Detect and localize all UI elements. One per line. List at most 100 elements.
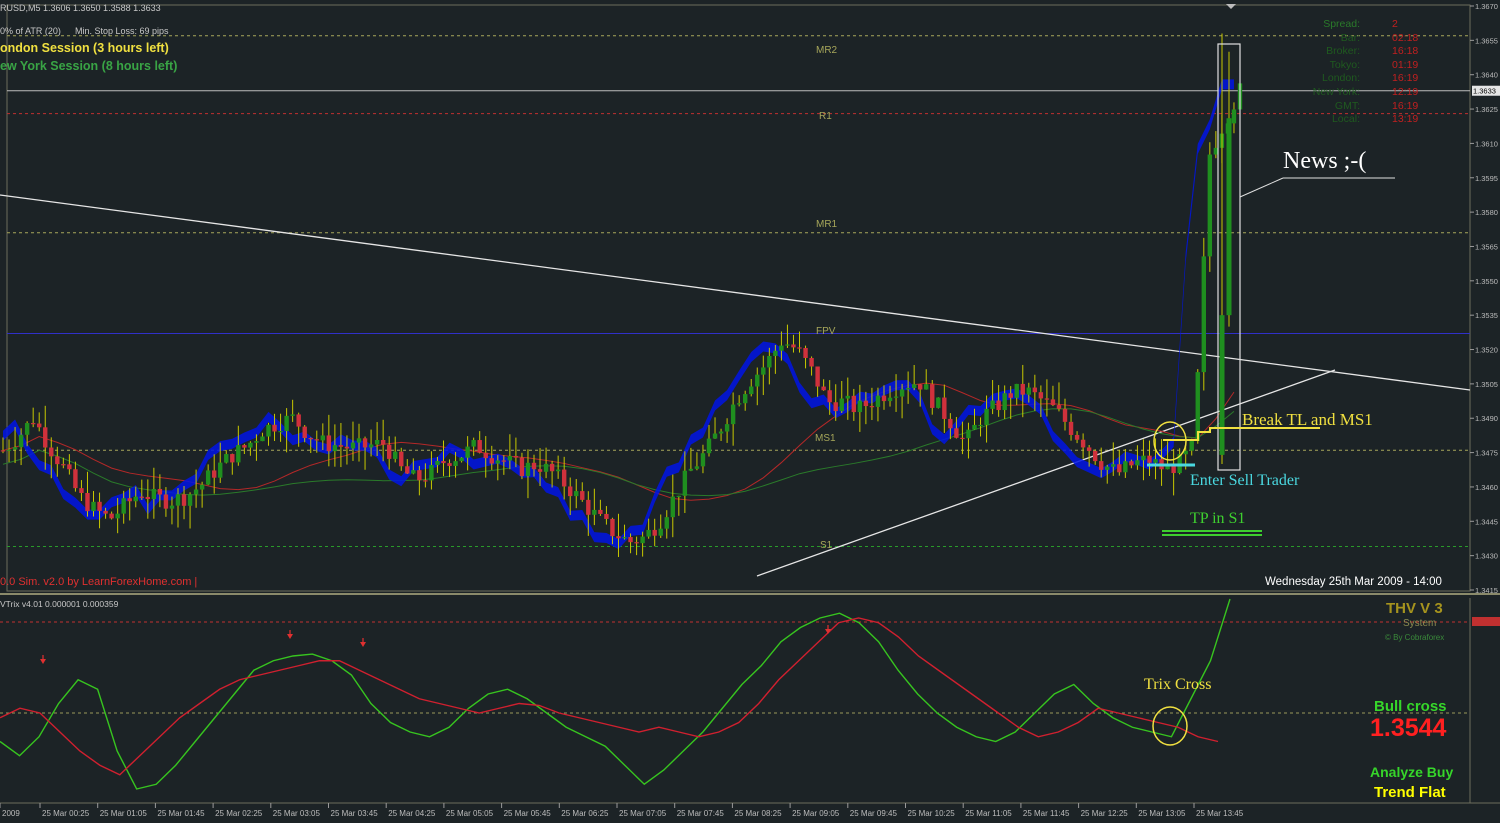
candle-body bbox=[423, 480, 428, 482]
candle-body bbox=[43, 427, 48, 448]
candle-body bbox=[622, 537, 627, 539]
candle-body bbox=[399, 451, 404, 467]
y-tick-label: 1.3580 bbox=[1475, 208, 1498, 217]
clock-label: Bar: bbox=[1340, 31, 1360, 44]
candle-body bbox=[785, 344, 790, 346]
candle-body bbox=[501, 460, 507, 462]
candle-body bbox=[1074, 434, 1080, 440]
candle-body bbox=[284, 415, 289, 432]
candle-body bbox=[724, 424, 730, 432]
x-tick-label: 25 Mar 12:25 bbox=[1081, 809, 1129, 818]
clock-value: 2 bbox=[1392, 18, 1398, 30]
candle-body bbox=[917, 384, 923, 390]
candle-body bbox=[628, 537, 633, 543]
candle-body bbox=[755, 374, 760, 387]
candle-body bbox=[1068, 421, 1074, 435]
candle-body bbox=[314, 439, 319, 441]
candle-body bbox=[447, 463, 452, 466]
simulator-credit: 0.0 Sim. v2.0 by LearnForexHome.com | bbox=[0, 576, 198, 588]
candle-body bbox=[1201, 256, 1206, 373]
candle-body bbox=[1129, 461, 1134, 466]
candle-body bbox=[887, 397, 893, 402]
y-tick-label: 1.3610 bbox=[1475, 139, 1498, 148]
candle-body bbox=[936, 397, 941, 408]
clock-value: 13:19 bbox=[1392, 113, 1419, 126]
candle-body bbox=[767, 355, 772, 368]
candle-body bbox=[1002, 393, 1007, 411]
candle-body bbox=[73, 469, 78, 489]
analyze-label: Analyze Buy bbox=[1370, 764, 1454, 780]
news-candle-body bbox=[1226, 118, 1232, 316]
candle-body bbox=[236, 445, 241, 463]
x-tick-label: 25 Mar 11:05 bbox=[965, 809, 1012, 818]
scroll-caret-icon bbox=[1226, 4, 1236, 9]
x-tick-label: 25 Mar 10:25 bbox=[908, 809, 956, 818]
candle-body bbox=[857, 400, 863, 413]
candle-body bbox=[1147, 455, 1152, 463]
candle-body bbox=[417, 470, 422, 481]
candle-body bbox=[465, 446, 470, 458]
london-session: ondon Session (3 hours left) bbox=[0, 41, 169, 55]
clock-panel: Spread: 2 Bar: 02:18 Broker: 16:18 Tokyo: 01:19… bbox=[1290, 18, 1440, 130]
candle-body bbox=[1050, 399, 1056, 406]
clock-row: Broker: 16:18 bbox=[1290, 45, 1440, 59]
x-tick-label: 25 Mar 11:45 bbox=[1023, 809, 1070, 818]
candle-body bbox=[652, 529, 657, 536]
candle-body bbox=[405, 466, 410, 474]
trix-red-line bbox=[0, 617, 1219, 776]
candle-body bbox=[260, 436, 265, 442]
y-tick-label: 1.3625 bbox=[1475, 105, 1498, 114]
descending-trendline bbox=[0, 194, 1471, 391]
candle-body bbox=[1105, 466, 1110, 470]
candle-body bbox=[519, 457, 525, 477]
y-tick-label: 1.3430 bbox=[1475, 552, 1498, 561]
clock-row: Spread: 2 bbox=[1290, 18, 1440, 32]
candle-body bbox=[224, 454, 229, 463]
clock-row: London: 16:19 bbox=[1290, 72, 1440, 86]
candle-body bbox=[779, 345, 784, 351]
candle-body bbox=[145, 496, 151, 500]
candle-body bbox=[718, 431, 724, 434]
candle-body bbox=[851, 395, 857, 413]
candle-body bbox=[368, 444, 374, 448]
candle-body bbox=[103, 510, 108, 514]
candle-body bbox=[525, 462, 531, 477]
y-tick-label: 1.3535 bbox=[1475, 311, 1498, 320]
candle-body bbox=[513, 455, 519, 458]
candle-body bbox=[1014, 383, 1019, 398]
candle-body bbox=[924, 384, 929, 390]
y-tick-label: 1.3655 bbox=[1475, 36, 1498, 45]
candle-body bbox=[712, 433, 718, 439]
candle-body bbox=[676, 495, 682, 498]
candle-body bbox=[978, 424, 983, 427]
symbol-ohlc: RUSD,M5 1.3606 1.3650 1.3588 1.3633 bbox=[0, 3, 161, 13]
candle-body bbox=[960, 437, 965, 440]
candle-body bbox=[181, 494, 187, 506]
candle-body bbox=[320, 435, 326, 441]
candle-body bbox=[24, 423, 30, 435]
candle-body bbox=[290, 414, 295, 416]
candle-body bbox=[791, 344, 796, 348]
trix-green-line bbox=[0, 598, 1231, 790]
candle-body bbox=[49, 447, 54, 457]
candle-body bbox=[169, 505, 175, 509]
newyork-session: ew York Session (8 hours left) bbox=[0, 59, 178, 73]
candle-body bbox=[743, 394, 748, 404]
y-tick-label: 1.3670 bbox=[1475, 2, 1498, 11]
candle-body bbox=[592, 509, 597, 515]
x-tick-label: 25 Mar 01:05 bbox=[100, 809, 148, 818]
candle-body bbox=[356, 438, 362, 443]
candle-body bbox=[863, 400, 869, 407]
candle-body bbox=[30, 423, 36, 425]
pivot-fpv-label: FPV bbox=[816, 326, 836, 337]
candle-body bbox=[344, 446, 350, 449]
candle-body bbox=[139, 496, 144, 498]
x-tick-label: 25 Mar 06:25 bbox=[561, 809, 609, 818]
candle-body bbox=[616, 536, 621, 539]
candle-body bbox=[350, 442, 356, 449]
candle-body bbox=[604, 513, 609, 519]
candle-body bbox=[658, 528, 663, 536]
candle-body bbox=[1231, 109, 1237, 124]
clock-row: Tokyo: 01:19 bbox=[1290, 59, 1440, 73]
candle-body bbox=[459, 457, 464, 462]
